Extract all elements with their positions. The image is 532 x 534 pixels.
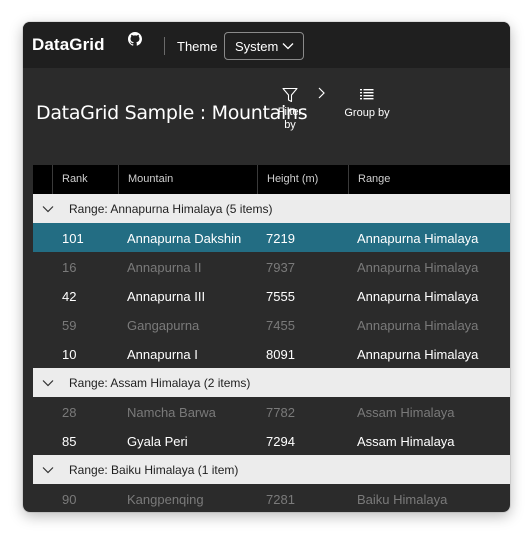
cell-range: Baiku Himalaya	[357, 492, 448, 507]
github-icon[interactable]	[128, 32, 142, 46]
table-row[interactable]: 28 Namcha Barwa 7782 Assam Himalaya	[33, 397, 510, 426]
app-title: DataGrid	[32, 35, 105, 54]
cell-rank: 85	[62, 434, 77, 449]
cell-range: Annapurna Himalaya	[357, 289, 479, 304]
cell-height: 7294	[266, 434, 295, 449]
table-row[interactable]: 42 Annapurna III 7555 Annapurna Himalaya	[33, 281, 510, 310]
table-row[interactable]: 85 Gyala Peri 7294 Assam Himalaya	[33, 426, 510, 455]
group-by-label: Group by	[344, 107, 390, 119]
cell-mountain: Kangpenqing	[127, 492, 204, 507]
column-header-rank[interactable]: Rank	[52, 165, 117, 194]
filter-label-line2: by	[284, 119, 296, 131]
chevron-right-icon[interactable]	[317, 87, 326, 99]
cell-mountain: Annapurna II	[127, 260, 202, 275]
cell-range: Assam Himalaya	[357, 405, 455, 420]
column-header-row: Rank Mountain Height (m) Range	[33, 165, 510, 194]
grid-rows: Range: Annapurna Himalaya (5 items) 101 An…	[33, 194, 510, 512]
cell-rank: 101	[62, 231, 84, 246]
group-header-row[interactable]: Range: Annapurna Himalaya (5 items)	[33, 194, 510, 223]
group-header-row[interactable]: Range: Assam Himalaya (2 items)	[33, 368, 510, 397]
cell-range: Annapurna Himalaya	[357, 231, 479, 246]
group-header-label: Range: Annapurna Himalaya (5 items)	[69, 202, 273, 216]
chevron-down-icon[interactable]	[42, 466, 54, 474]
cell-mountain: Gangapurna	[127, 318, 200, 333]
cell-rank: 28	[62, 405, 77, 420]
filter-funnel-icon	[282, 87, 298, 103]
cell-height: 7782	[266, 405, 295, 420]
cell-rank: 59	[62, 318, 77, 333]
cell-rank: 16	[62, 260, 77, 275]
column-header-mountain[interactable]: Mountain	[118, 165, 256, 194]
chevron-down-icon[interactable]	[42, 379, 54, 387]
filter-by-button[interactable]: Filter by	[273, 87, 307, 139]
cell-rank: 10	[62, 347, 77, 362]
column-header-height[interactable]: Height (m)	[257, 165, 347, 194]
theme-select-value: System	[235, 39, 279, 54]
list-icon	[360, 89, 374, 100]
cell-height: 7937	[266, 260, 295, 275]
app-window: DataGrid Theme System DataGrid Sample : …	[23, 22, 510, 512]
table-row[interactable]: 101 Annapurna Dakshin 7219 Annapurna Himala…	[33, 223, 510, 252]
cell-range: Assam Himalaya	[357, 434, 455, 449]
cell-mountain: Annapurna III	[127, 289, 206, 304]
table-row[interactable]: 90 Kangpenqing 7281 Baiku Himalaya	[33, 484, 510, 512]
group-header-label: Range: Assam Himalaya (2 items)	[69, 376, 251, 390]
theme-select[interactable]: System	[224, 32, 304, 60]
group-header-row[interactable]: Range: Baiku Himalaya (1 item)	[33, 455, 510, 484]
table-row[interactable]: 59 Gangapurna 7455 Annapurna Himalaya	[33, 310, 510, 339]
cell-height: 7555	[266, 289, 295, 304]
cell-height: 7281	[266, 492, 295, 507]
table-row[interactable]: 10 Annapurna I 8091 Annapurna Himalaya	[33, 339, 510, 368]
group-header-label: Range: Baiku Himalaya (1 item)	[69, 463, 239, 477]
titlebar-divider	[164, 37, 165, 55]
header-gutter	[33, 165, 51, 194]
cell-mountain: Gyala Peri	[127, 434, 188, 449]
cell-mountain: Namcha Barwa	[127, 405, 216, 420]
cell-range: Annapurna Himalaya	[357, 260, 479, 275]
chevron-down-icon[interactable]	[42, 205, 54, 213]
group-by-button[interactable]: Group by	[341, 88, 393, 128]
cell-mountain: Annapurna I	[127, 347, 198, 362]
cell-height: 7455	[266, 318, 295, 333]
cell-height: 8091	[266, 347, 295, 362]
title-bar: DataGrid Theme System	[23, 22, 510, 68]
cell-rank: 90	[62, 492, 77, 507]
data-grid: Rank Mountain Height (m) Range Range: An…	[33, 165, 510, 512]
column-header-range[interactable]: Range	[348, 165, 510, 194]
filter-label-line1: Filter	[277, 106, 303, 118]
cell-mountain: Annapurna Dakshin	[127, 231, 242, 246]
cell-range: Annapurna Himalaya	[357, 347, 479, 362]
cell-rank: 42	[62, 289, 77, 304]
chevron-down-icon	[282, 43, 294, 50]
page-title: DataGrid Sample : Mountains	[36, 102, 308, 124]
theme-label: Theme	[177, 39, 218, 54]
cell-range: Annapurna Himalaya	[357, 318, 479, 333]
table-row[interactable]: 16 Annapurna II 7937 Annapurna Himalaya	[33, 252, 510, 281]
cell-height: 7219	[266, 231, 295, 246]
